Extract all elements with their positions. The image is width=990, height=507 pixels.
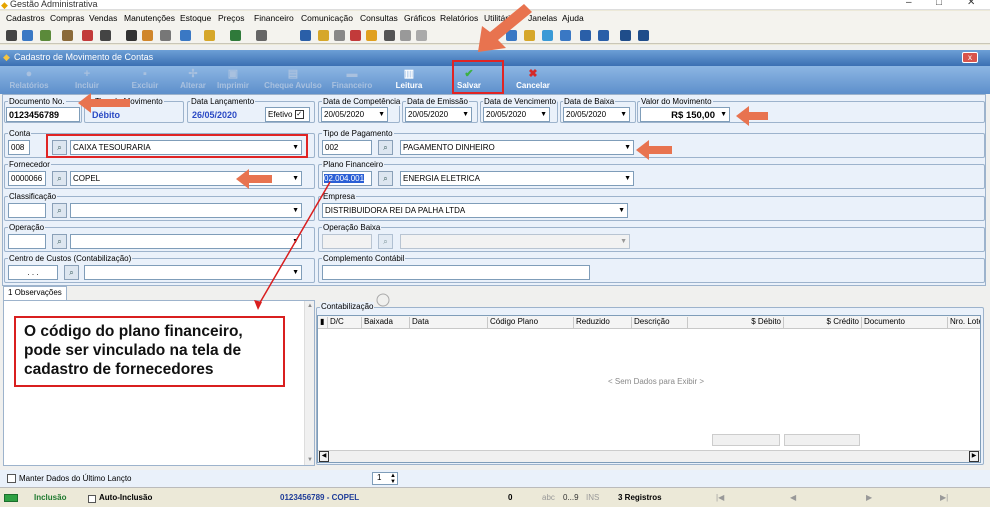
annotation-callout: O código do plano financeiro, pode ser v… xyxy=(14,316,285,387)
pointer-line-icon xyxy=(254,181,390,310)
